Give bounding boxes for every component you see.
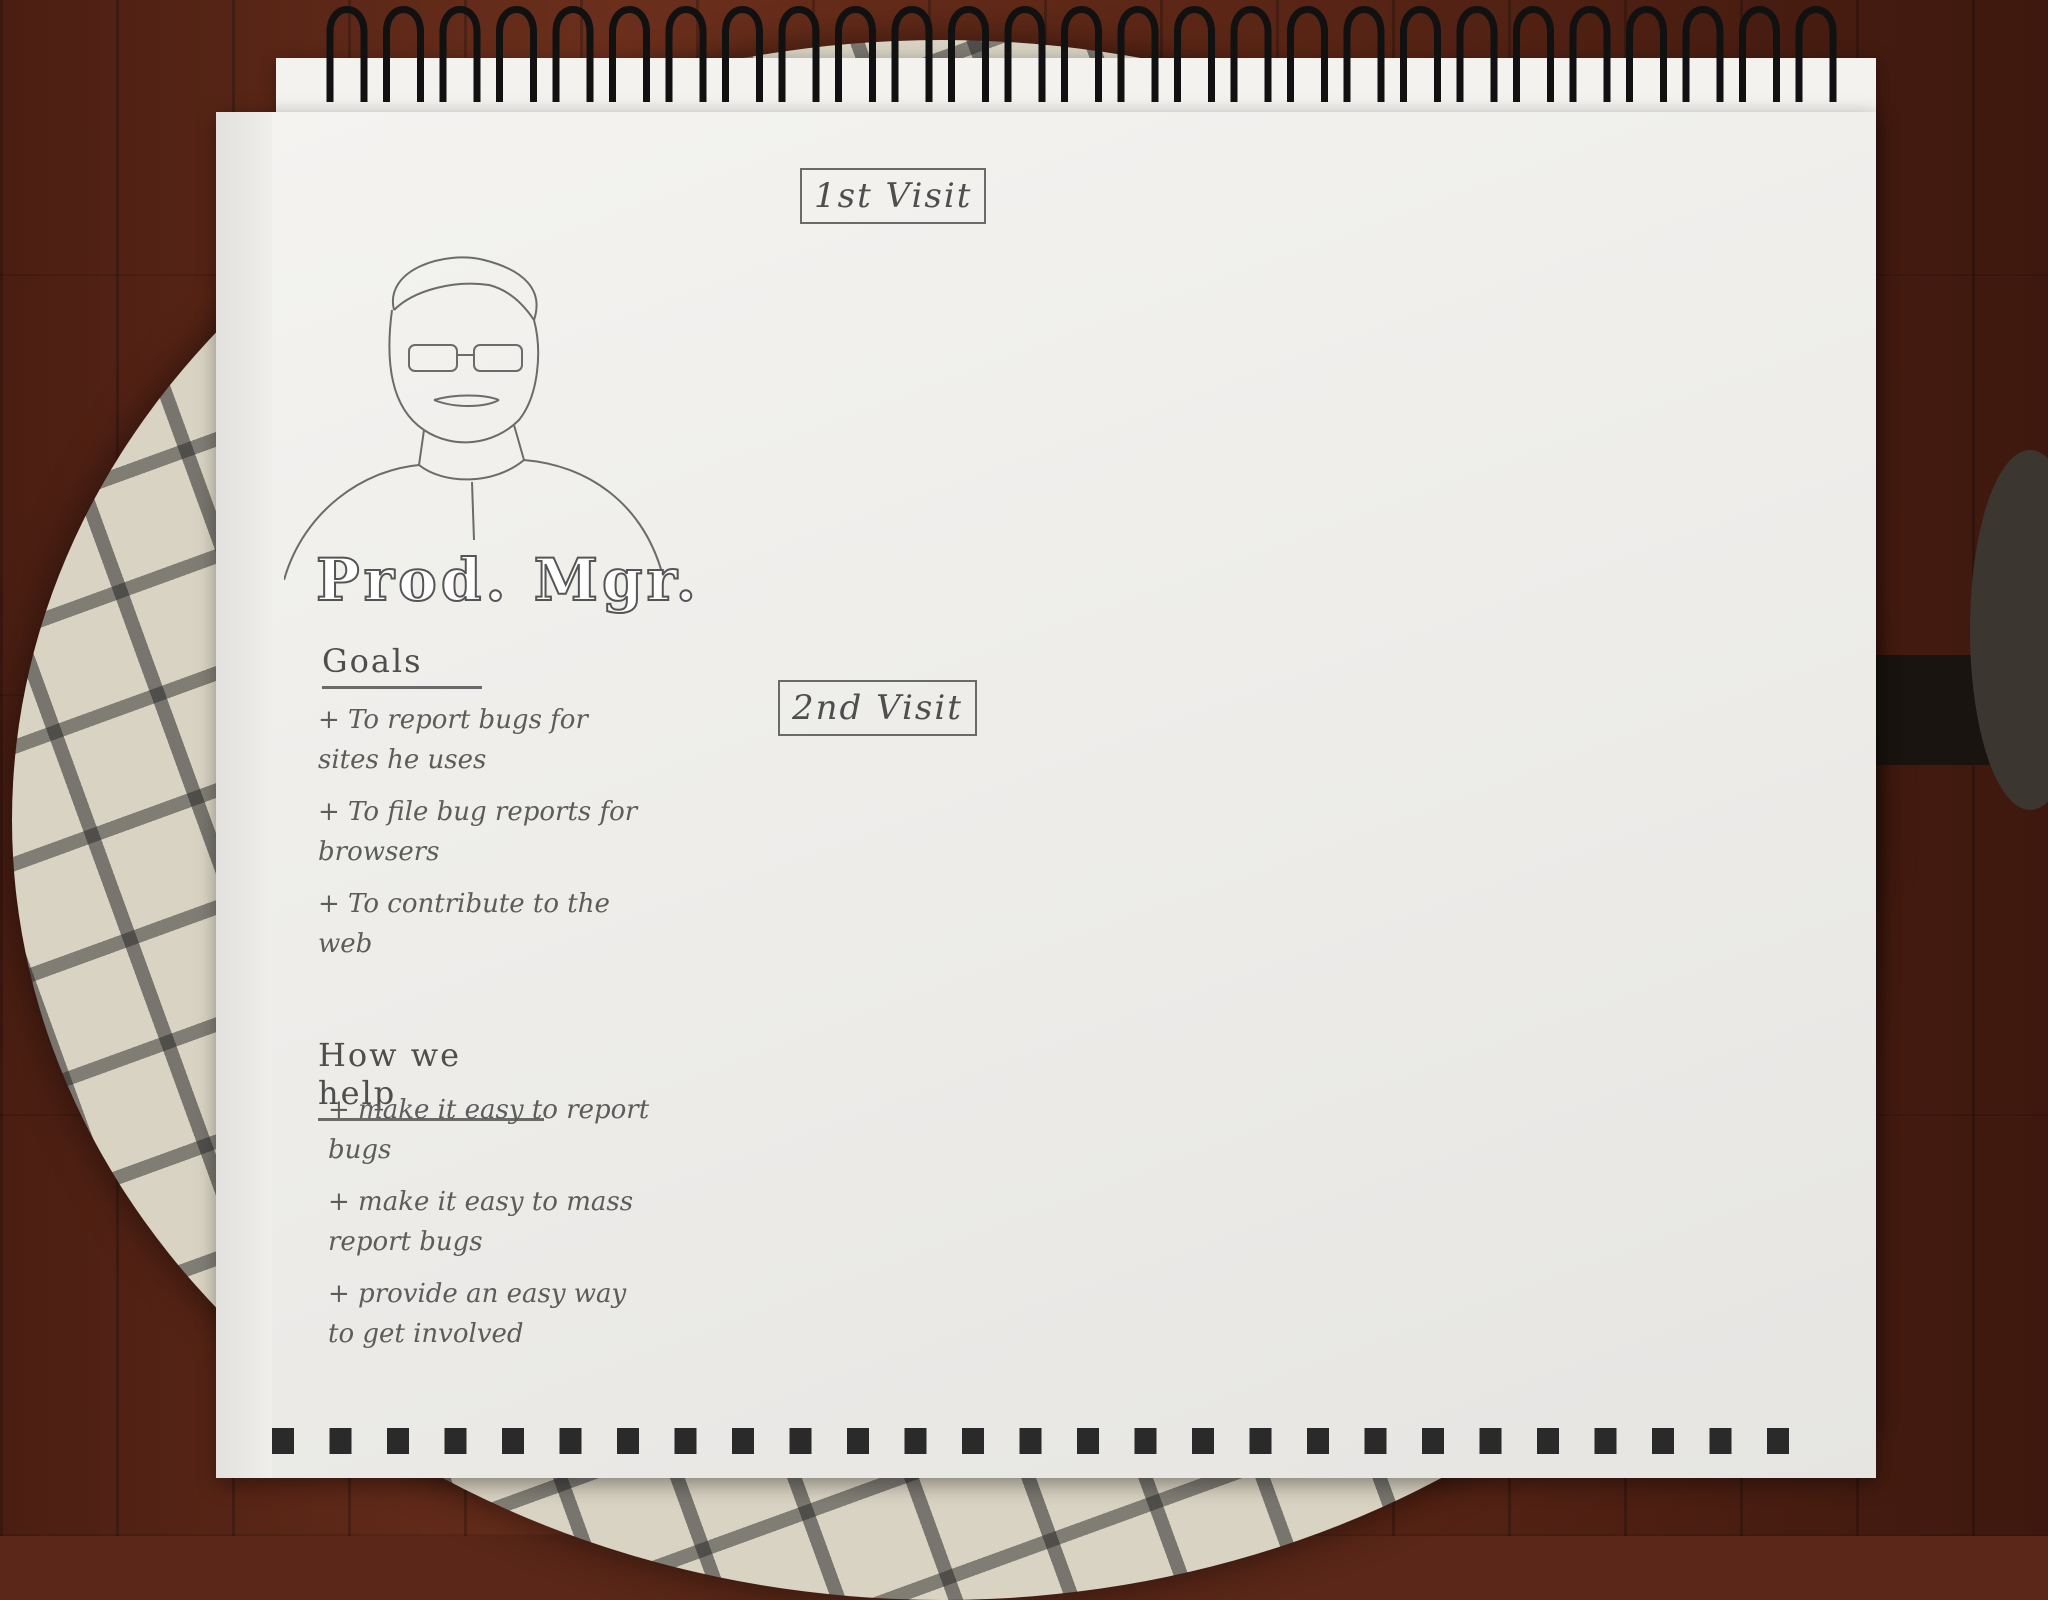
perforation-hole <box>1709 1428 1732 1454</box>
perforation-hole <box>329 1428 352 1454</box>
perforation-hole <box>272 1428 294 1454</box>
spiral-ring <box>1626 6 1667 102</box>
perforation-hole <box>387 1428 409 1454</box>
spiral-ring <box>1682 6 1724 102</box>
second-visit-label: 2nd Visit <box>778 680 977 736</box>
spiral-ring <box>496 6 537 102</box>
spiral-binding <box>320 2 1840 132</box>
spiral-ring <box>1569 6 1611 102</box>
perforation-hole <box>1364 1428 1387 1454</box>
stool-leg <box>1860 655 1990 765</box>
perforation-hole <box>1479 1428 1502 1454</box>
spiral-ring <box>835 6 876 102</box>
perforation-hole <box>1652 1428 1674 1454</box>
spiral-ring <box>665 6 707 102</box>
persona-title: Prod. Mgr. <box>315 545 700 615</box>
spiral-ring <box>1117 6 1159 102</box>
spiral-ring <box>439 6 481 102</box>
first-visit-label: 1st Visit <box>800 168 987 224</box>
persona-portrait-sketch <box>283 250 665 581</box>
perforation-hole <box>1307 1428 1329 1454</box>
how-we-help-list: + make it easy to report bugs + make it … <box>328 1090 658 1366</box>
help-item: + make it easy to report bugs <box>328 1095 650 1165</box>
spiral-ring <box>1230 6 1272 102</box>
spiral-ring <box>1343 6 1385 102</box>
perforation-hole <box>1134 1428 1157 1454</box>
help-item: + provide an easy way to get involved <box>328 1279 627 1349</box>
perforation-hole <box>847 1428 869 1454</box>
spiral-ring <box>1513 6 1554 102</box>
spiral-ring <box>722 6 763 102</box>
spiral-ring <box>383 6 424 102</box>
perforation-hole <box>502 1428 524 1454</box>
goal-item: + To report bugs for sites he uses <box>318 705 588 775</box>
goal-item: + To file bug reports for browsers <box>318 797 638 867</box>
perforation-hole <box>1019 1428 1042 1454</box>
goals-heading: Goals <box>322 642 482 689</box>
spiral-ring <box>1061 6 1102 102</box>
perforation-hole <box>559 1428 582 1454</box>
perforation-hole <box>962 1428 984 1454</box>
perforation-hole <box>444 1428 467 1454</box>
spiral-ring <box>1174 6 1215 102</box>
perforation-hole <box>1249 1428 1272 1454</box>
spiral-ring <box>1795 6 1837 102</box>
perforation-hole <box>789 1428 812 1454</box>
perforated-edge <box>262 1418 1822 1470</box>
perforation-hole <box>1767 1428 1789 1454</box>
perforation-hole <box>1192 1428 1214 1454</box>
spiral-ring <box>609 6 650 102</box>
page-edge-shade <box>216 112 272 1478</box>
perforation-hole <box>617 1428 639 1454</box>
spiral-ring <box>948 6 989 102</box>
perforation-hole <box>732 1428 754 1454</box>
perforation-hole <box>1077 1428 1099 1454</box>
spiral-ring <box>778 6 820 102</box>
spiral-ring <box>1739 6 1780 102</box>
spiral-ring <box>1287 6 1328 102</box>
perforation-hole <box>1537 1428 1559 1454</box>
spiral-ring <box>1400 6 1441 102</box>
perforation-hole <box>1422 1428 1444 1454</box>
spiral-ring <box>1456 6 1498 102</box>
spiral-ring <box>326 6 368 102</box>
spiral-ring <box>891 6 933 102</box>
spiral-ring <box>1004 6 1046 102</box>
goals-list: + To report bugs for sites he uses + To … <box>318 700 648 976</box>
spiral-ring <box>552 6 594 102</box>
perforation-hole <box>1594 1428 1617 1454</box>
help-item: + make it easy to mass report bugs <box>328 1187 634 1257</box>
perforation-hole <box>674 1428 697 1454</box>
goal-item: + To contribute to the web <box>318 889 610 959</box>
perforation-hole <box>904 1428 927 1454</box>
